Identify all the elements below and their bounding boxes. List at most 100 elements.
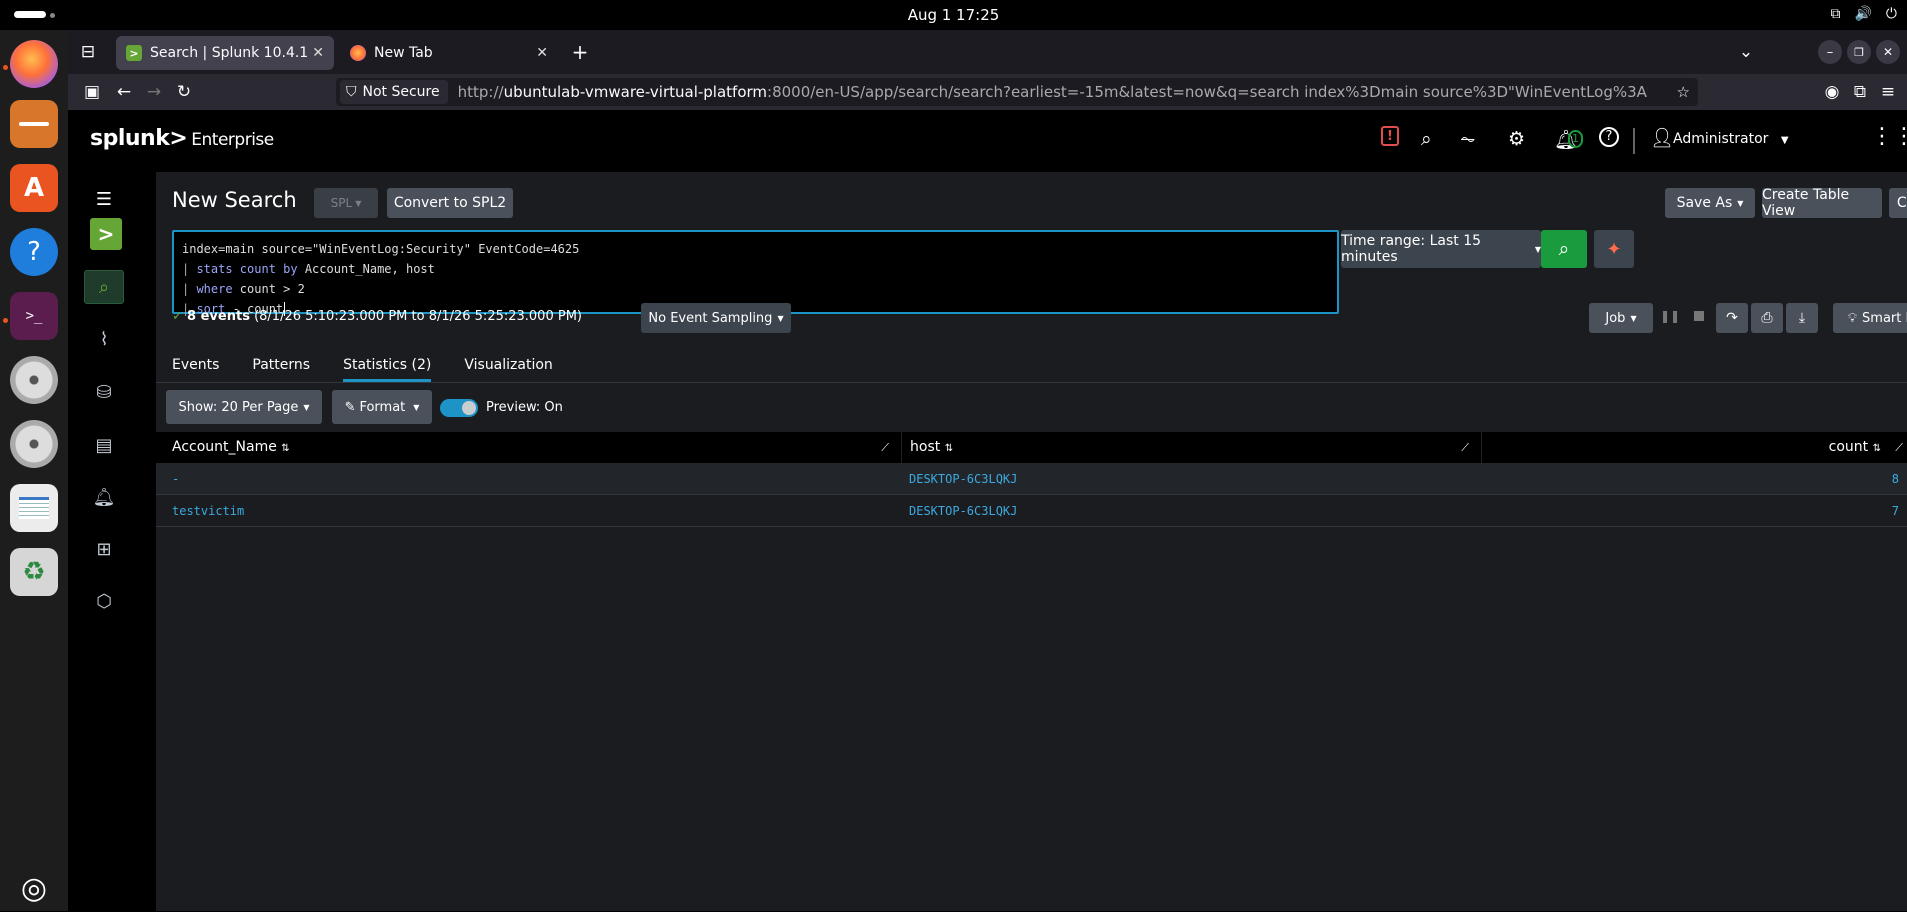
tab-close-icon[interactable]: ✕ — [312, 45, 324, 61]
nav-reports-document-icon[interactable]: ▤ — [84, 428, 124, 462]
reload-icon[interactable]: ↻ — [172, 80, 196, 104]
column-edit-icon[interactable]: ⟋ — [1895, 432, 1903, 463]
new-tab-plus-icon[interactable]: + — [568, 40, 592, 64]
tab-new-tab[interactable]: New Tab ✕ — [340, 36, 558, 70]
app-center-icon[interactable]: A — [10, 164, 58, 212]
cell-host[interactable]: DESKTOP-6C3LQKJ — [909, 495, 1017, 527]
user-menu[interactable]: Administrator ▼ — [1673, 131, 1789, 147]
per-page-dropdown[interactable]: Show: 20 Per Page ▼ — [166, 390, 322, 424]
tab-events[interactable]: Events — [172, 348, 219, 382]
system-clock[interactable]: Aug 1 17:25 — [0, 6, 1907, 24]
tab-patterns[interactable]: Patterns — [252, 348, 310, 382]
list-tabs-chevron-icon[interactable]: ⌄ — [1734, 40, 1758, 64]
account-icon[interactable]: ◉ — [1820, 80, 1844, 104]
convert-to-spl2-button[interactable]: Convert to SPL2 — [387, 188, 513, 218]
url-text[interactable]: http://ubuntulab-vmware-virtual-platform… — [458, 83, 1648, 101]
spl-language-dropdown[interactable]: SPL ▼ — [314, 188, 378, 218]
print-icon: ⎙ — [1761, 310, 1773, 326]
search-icon[interactable]: ⌕ — [1421, 128, 1432, 150]
pencil-icon: ✎ — [344, 399, 356, 415]
app-dock: A ? >_ ♻ ◎ — [0, 30, 68, 911]
health-alert-icon[interactable]: ! — [1381, 126, 1399, 146]
job-menu-button[interactable]: Job ▼ — [1589, 303, 1653, 333]
search-app-logo-icon[interactable]: > — [90, 218, 122, 250]
search-magnifier-icon: ⌕ — [1558, 238, 1570, 260]
export-button[interactable]: ⤓ — [1786, 303, 1818, 333]
app-side-nav: ☰ > ⌕ ⌇ ⛁ ▤ 🔔︎ ⊞ ⬡ — [68, 172, 156, 911]
tab-label: New Tab — [374, 45, 433, 61]
tab-statistics[interactable]: Statistics (2) — [343, 348, 432, 382]
query-line-2: | stats count by Account_Name, host — [182, 262, 435, 276]
user-icon[interactable]: 👤︎ — [1650, 126, 1674, 149]
table-row: testvictim DESKTOP-6C3LQKJ 7 — [156, 495, 1907, 527]
close-window-icon[interactable]: ✕ — [1876, 40, 1900, 64]
app-grid-icon[interactable]: ⋮⋮ — [1871, 124, 1907, 149]
activity-icon[interactable]: ⏦ — [1460, 128, 1476, 150]
column-edit-icon[interactable]: ⟋ — [881, 432, 889, 463]
pause-icon[interactable]: ❚❚ — [1660, 309, 1680, 323]
show-apps-icon[interactable]: ◎ — [10, 864, 58, 912]
print-button[interactable]: ⎙ — [1751, 303, 1783, 333]
files-icon[interactable] — [10, 100, 58, 148]
sidebar-toggle-icon[interactable]: ▣ — [80, 80, 104, 104]
tab-overview-icon[interactable]: ⊟ — [76, 40, 100, 64]
firefox-icon[interactable] — [10, 40, 58, 88]
preview-toggle[interactable] — [440, 399, 478, 417]
cell-count[interactable]: 8 — [1892, 463, 1899, 495]
create-table-view-button[interactable]: Create Table View — [1762, 187, 1882, 219]
event-sampling-dropdown[interactable]: No Event Sampling ▼ — [641, 303, 791, 333]
power-icon: ⏻ — [1885, 6, 1897, 22]
help-circle-icon[interactable]: ? — [1599, 127, 1619, 147]
cell-account-name[interactable]: testvictim — [172, 495, 244, 527]
search-mode-dropdown[interactable]: 💡︎Smart Mode▼ — [1833, 303, 1907, 333]
forward-arrow-icon[interactable]: → — [142, 80, 166, 104]
bookmark-star-icon[interactable]: ☆ — [1677, 83, 1690, 101]
nav-datasets-database-icon[interactable]: ⛁ — [84, 375, 124, 409]
nav-alerts-bell-icon[interactable]: 🔔︎ — [84, 480, 124, 514]
column-header-host[interactable]: host ⇅ ⟋ — [901, 432, 1481, 463]
ai-assistant-sparkle-button[interactable]: ✦ — [1594, 230, 1634, 268]
settings-gear-icon[interactable]: ⚙ — [1508, 128, 1525, 150]
column-edit-icon[interactable]: ⟋ — [1461, 432, 1469, 463]
nav-apps-grid-icon[interactable]: ⊞ — [84, 532, 124, 566]
close-button[interactable]: Close — [1889, 188, 1907, 218]
search-query-editor[interactable]: index=main source="WinEventLog:Security"… — [172, 230, 1339, 316]
menu-hamburger-icon[interactable]: ≡ — [1876, 80, 1900, 104]
column-header-account-name[interactable]: Account_Name ⇅ ⟋ — [156, 432, 901, 463]
maximize-window-icon[interactable]: ❐ — [1847, 40, 1871, 64]
text-editor-icon[interactable] — [10, 484, 58, 532]
nav-cube-icon[interactable]: ⬡ — [84, 584, 124, 618]
terminal-icon[interactable]: >_ — [10, 292, 58, 340]
splunk-logo[interactable]: splunk> Enterprise — [90, 126, 274, 151]
disc-drive-icon-2[interactable] — [10, 420, 58, 468]
tab-close-icon[interactable]: ✕ — [536, 45, 548, 61]
cell-account-name[interactable]: - — [172, 463, 179, 495]
notification-count-badge[interactable]: 1 — [1568, 130, 1583, 148]
trash-icon[interactable]: ♻ — [10, 548, 58, 596]
divider — [1633, 128, 1635, 154]
tab-visualization[interactable]: Visualization — [464, 348, 552, 382]
extensions-icon[interactable]: ⧉ — [1848, 80, 1872, 104]
query-line-3: | where count > 2 — [182, 282, 305, 296]
save-as-button[interactable]: Save As ▼ — [1665, 188, 1755, 218]
share-button[interactable]: ↷ — [1716, 303, 1748, 333]
tab-splunk-search[interactable]: > Search | Splunk 10.4.1 ✕ — [116, 36, 334, 70]
system-tray[interactable]: ⧉ 🔊 ⏻ — [1830, 6, 1897, 22]
column-header-count[interactable]: count ⇅ ⟋ — [1481, 432, 1907, 463]
back-arrow-icon[interactable]: ← — [112, 80, 136, 104]
hamburger-menu-icon[interactable]: ☰ — [84, 182, 124, 216]
help-icon[interactable]: ? — [10, 228, 58, 276]
stop-icon[interactable] — [1694, 311, 1704, 321]
nav-search-icon[interactable]: ⌕ — [84, 270, 124, 304]
minimize-window-icon[interactable]: – — [1818, 40, 1842, 64]
page-title: New Search — [172, 188, 297, 212]
site-security-indicator[interactable]: ⛉ Not Secure — [340, 80, 448, 104]
cell-host[interactable]: DESKTOP-6C3LQKJ — [909, 463, 1017, 495]
nav-dashboards-chart-icon[interactable]: ⌇ — [84, 322, 124, 356]
url-bar[interactable]: ⛉ Not Secure http://ubuntulab-vmware-vir… — [336, 78, 1698, 106]
cell-count[interactable]: 7 — [1892, 495, 1899, 527]
format-dropdown[interactable]: ✎ Format ▼ — [332, 390, 432, 424]
search-submit-button[interactable]: ⌕ — [1541, 230, 1587, 268]
time-range-picker[interactable]: Time range: Last 15 minutes ▼ — [1341, 230, 1541, 268]
disc-drive-icon[interactable] — [10, 356, 58, 404]
